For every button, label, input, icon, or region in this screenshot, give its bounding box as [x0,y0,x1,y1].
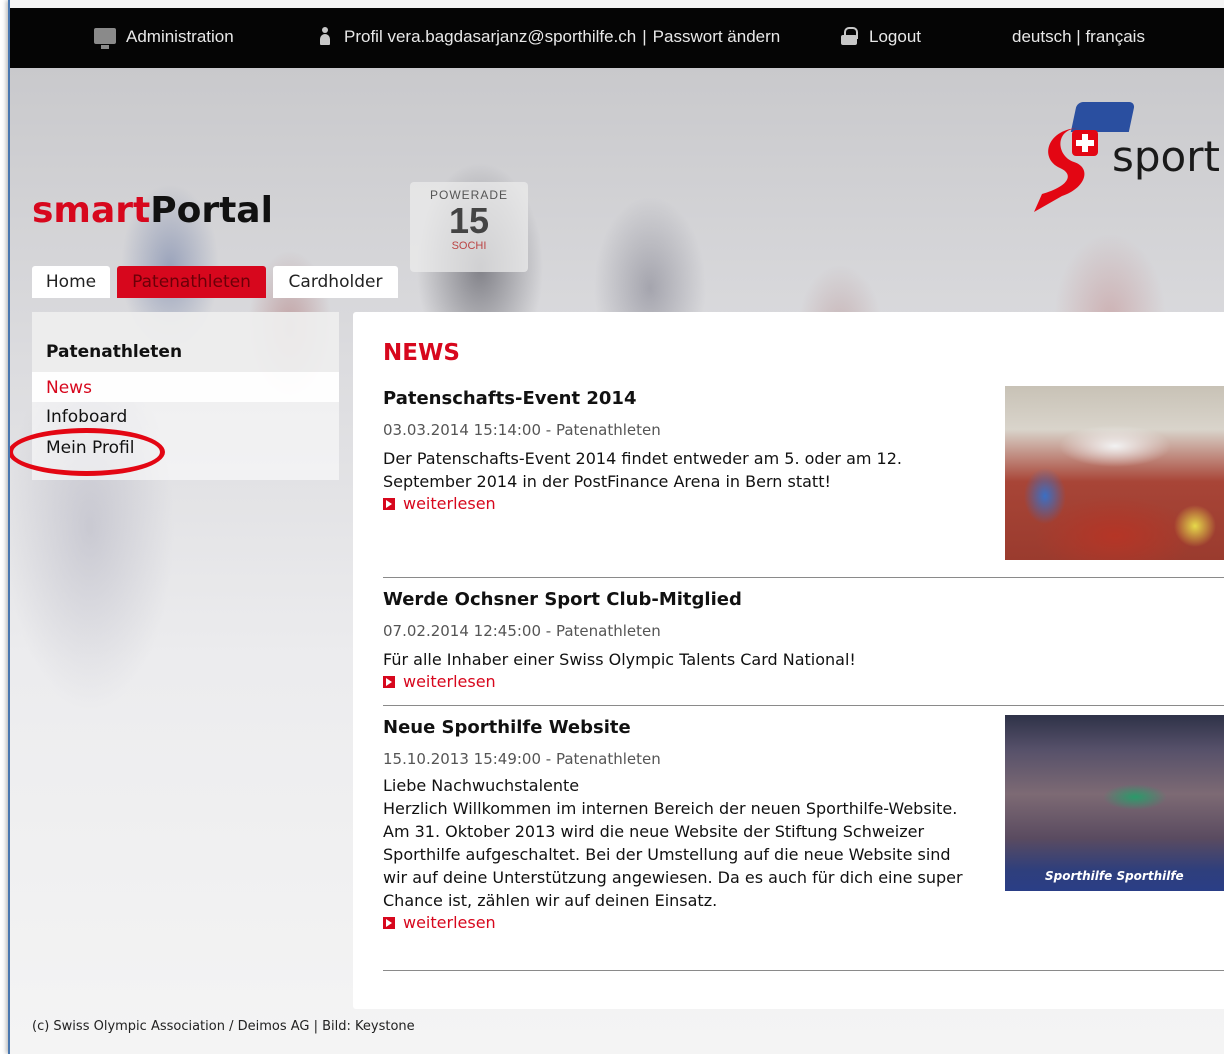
thumbnail-banner-text: Sporthilfe Sporthilfe [1045,869,1184,883]
tab-patenathleten[interactable]: Patenathleten [117,266,266,298]
swiss-cross-icon [1072,130,1098,156]
article-divider [383,970,1224,971]
title-portal: Portal [150,190,273,231]
read-more-label: weiterlesen [403,494,496,513]
sidebar: Patenathleten News Infoboard Mein Profil [10,312,339,480]
title-smart: smart [32,190,151,231]
sidebar-item-news[interactable]: News [46,378,92,398]
article-meta: 07.02.2014 12:45:00 - Patenathleten [383,622,661,640]
administration-label: Administration [126,27,234,46]
arrow-right-icon [383,917,395,929]
logout-label: Logout [869,27,921,46]
read-more-label: weiterlesen [403,672,496,691]
news-panel: NEWS Patenschafts-Event 2014 03.03.2014 … [353,312,1224,1009]
lang-francais-link[interactable]: français [1085,27,1145,46]
arrow-right-icon [383,498,395,510]
article-body: Der Patenschafts-Event 2014 findet entwe… [383,449,902,491]
language-switcher: deutsch | français [1012,27,1145,47]
user-icon [318,27,332,45]
sidebar-item-infoboard[interactable]: Infoboard [46,407,127,427]
news-heading: NEWS [383,340,460,366]
read-more-label: weiterlesen [403,913,496,932]
top-navigation-bar: Administration Profil vera.bagdasarjanz@… [10,8,1224,68]
sporthilfe-logo[interactable]: sport [1020,96,1224,216]
article-title[interactable]: Werde Ochsner Sport Club-Mitglied [383,589,1224,610]
lang-deutsch-link[interactable]: deutsch [1012,27,1072,46]
article-body: Für alle Inhaber einer Swiss Olympic Tal… [383,650,856,669]
footer-copyright: (c) Swiss Olympic Association / Deimos A… [32,1019,415,1034]
news-article: Werde Ochsner Sport Club-Mitglied 07.02.… [383,589,1224,693]
logout-link[interactable]: Logout [841,27,921,47]
read-more-link[interactable]: weiterlesen [383,671,1224,693]
change-password-link[interactable]: Passwort ändern [653,27,781,46]
article-body: Herzlich Willkommen im internen Bereich … [383,799,963,910]
monitor-icon [94,28,116,49]
bib-event: SOCHI [451,240,487,252]
athlete-bib-image: POWERADE 15 SOCHI [410,182,528,272]
tab-home[interactable]: Home [32,266,110,298]
logo-text: sport [1112,132,1220,181]
article-divider [383,705,1224,706]
administration-link[interactable]: Administration [94,27,234,49]
profile-link[interactable]: Profil vera.bagdasarjanz@sporthilfe.ch [344,27,636,46]
profile-area: Profil vera.bagdasarjanz@sporthilfe.ch | P… [318,27,780,47]
browser-frame: POWERADE 15 SOCHI Administration Profil … [8,0,1224,1054]
sidebar-heading: Patenathleten [46,342,183,362]
article-greeting: Liebe Nachwuchstalente [383,776,580,795]
lock-icon [841,27,858,45]
sidebar-header: Patenathleten [32,312,339,372]
highlight-circle-annotation [10,428,165,476]
article-thumbnail-website[interactable]: Sporthilfe Sporthilfe [1005,715,1224,891]
bib-number: 15 [448,200,490,241]
lang-separator: | [1076,27,1081,46]
article-divider [383,577,1224,578]
separator: | [642,27,647,46]
arrow-right-icon [383,676,395,688]
tab-cardholder[interactable]: Cardholder [273,266,398,298]
read-more-link[interactable]: weiterlesen [383,912,1224,934]
article-thumbnail-event[interactable] [1005,386,1224,560]
portal-title: smartPortal [32,190,273,231]
